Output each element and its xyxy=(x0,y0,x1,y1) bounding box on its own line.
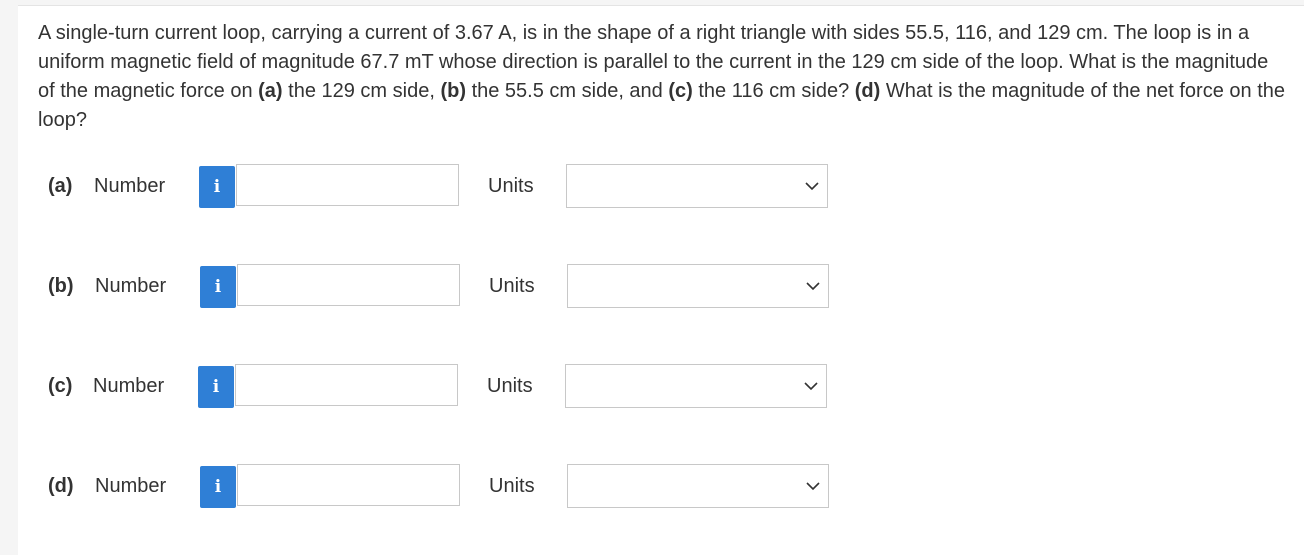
number-label-b: Number xyxy=(95,275,167,297)
answer-row-a: (a) Number i Units xyxy=(48,164,848,208)
info-icon[interactable]: i xyxy=(198,366,234,408)
info-icon[interactable]: i xyxy=(200,266,236,308)
number-label-a: Number xyxy=(94,175,166,197)
number-input-b[interactable] xyxy=(237,264,460,306)
units-label-a: Units xyxy=(488,175,534,197)
units-label-b: Units xyxy=(489,275,535,297)
question-segment-bold: (a) xyxy=(258,80,283,102)
units-select-a[interactable] xyxy=(566,164,828,208)
question-card: A single-turn current loop, carrying a c… xyxy=(18,5,1304,555)
number-label-c: Number xyxy=(93,375,165,397)
info-icon[interactable]: i xyxy=(200,466,236,508)
part-label-d: (d) xyxy=(48,475,74,497)
question-segment: the 129 cm side, xyxy=(282,80,441,102)
question-segment-bold: (c) xyxy=(668,80,693,102)
units-label-d: Units xyxy=(489,475,535,497)
number-label-d: Number xyxy=(95,475,167,497)
part-label-b: (b) xyxy=(48,275,74,297)
part-label-c: (c) xyxy=(48,375,73,397)
chevron-down-icon xyxy=(804,382,818,391)
units-label-c: Units xyxy=(487,375,533,397)
chevron-down-icon xyxy=(806,282,820,291)
units-select-c[interactable] xyxy=(565,364,827,408)
answer-row-b: (b) Number i Units xyxy=(48,264,848,308)
number-input-c[interactable] xyxy=(235,364,458,406)
answer-row-d: (d) Number i Units xyxy=(48,464,848,508)
question-text: A single-turn current loop, carrying a c… xyxy=(38,19,1288,135)
question-segment: the 55.5 cm side, and xyxy=(466,80,669,102)
part-label-a: (a) xyxy=(48,175,73,197)
chevron-down-icon xyxy=(805,182,819,191)
question-segment-bold: (d) xyxy=(854,80,881,102)
answer-row-c: (c) Number i Units xyxy=(48,364,848,408)
number-input-a[interactable] xyxy=(236,164,459,206)
units-select-b[interactable] xyxy=(567,264,829,308)
question-segment-bold: (b) xyxy=(440,80,467,102)
chevron-down-icon xyxy=(806,482,820,491)
question-segment: the 116 cm side? xyxy=(692,80,855,102)
info-icon[interactable]: i xyxy=(199,166,235,208)
units-select-d[interactable] xyxy=(567,464,829,508)
number-input-d[interactable] xyxy=(237,464,460,506)
